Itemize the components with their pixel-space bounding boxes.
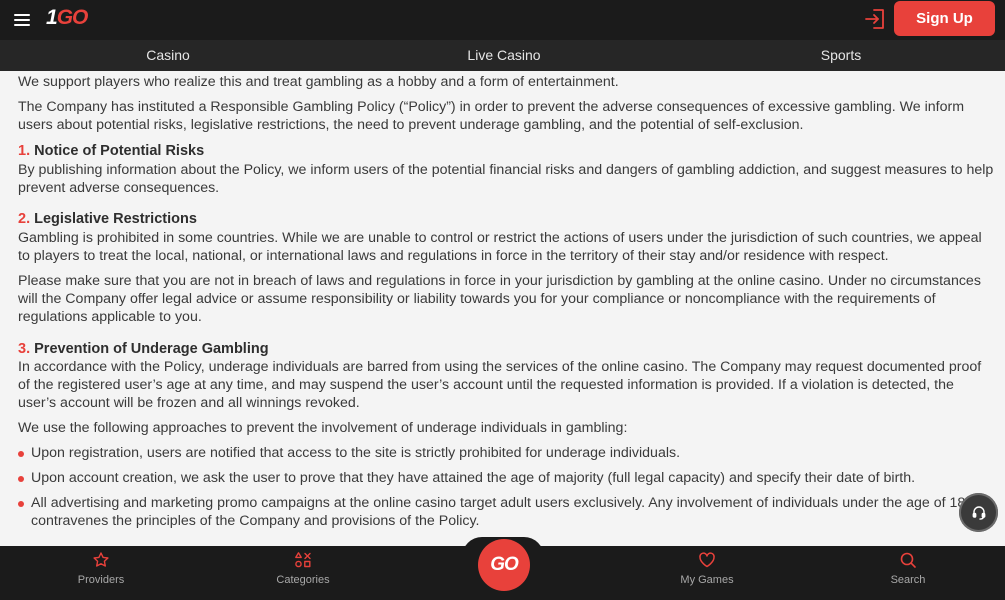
- category-nav: Casino Live Casino Sports: [0, 40, 1005, 71]
- bullet-icon: [18, 451, 24, 458]
- list-item: Upon registration, users are notified th…: [18, 444, 994, 462]
- categories-icon: [295, 552, 311, 568]
- support-headset-icon: [972, 505, 985, 520]
- section-heading: 1. Notice of Potential Risks: [18, 142, 994, 160]
- support-chat-button[interactable]: [959, 493, 998, 532]
- nav-sports[interactable]: Sports: [821, 40, 861, 71]
- list-item: All advertising and marketing promo camp…: [18, 494, 994, 531]
- bullet-icon: [18, 500, 24, 507]
- tab-categories[interactable]: Categories: [243, 546, 363, 600]
- intro-paragraph: The Company has instituted a Responsible…: [18, 98, 965, 134]
- section-title: Legislative Restrictions: [34, 211, 197, 228]
- list-item-text: Upon account creation, we ask the user t…: [31, 469, 916, 486]
- section-heading: 3. Prevention of Underage Gambling: [18, 340, 994, 358]
- policy-content: We support players who realize this and …: [18, 73, 994, 546]
- tab-providers[interactable]: Providers: [41, 546, 161, 600]
- tab-search[interactable]: Search: [848, 546, 968, 600]
- tab-label: Categories: [276, 574, 330, 586]
- nav-live-casino[interactable]: Live Casino: [467, 40, 540, 71]
- list-item-text: Upon registration, users are notified th…: [31, 445, 681, 462]
- logo-part1: 1: [46, 6, 58, 29]
- top-bar: 1GO Sign Up: [0, 0, 1005, 40]
- list-item-text: All advertising and marketing promo camp…: [31, 494, 966, 529]
- section-title: Prevention of Underage Gambling: [34, 340, 269, 357]
- logo[interactable]: 1GO: [46, 6, 89, 30]
- tab-label: Providers: [77, 574, 125, 586]
- nav-casino[interactable]: Casino: [146, 40, 190, 71]
- section-title: Notice of Potential Risks: [34, 143, 205, 160]
- section-paragraph: Please make sure that you are not in bre…: [18, 272, 981, 326]
- sign-up-button[interactable]: Sign Up: [894, 1, 995, 36]
- login-icon[interactable]: [864, 7, 888, 31]
- intro-paragraph: We support players who realize this and …: [18, 74, 619, 90]
- search-icon: [900, 552, 916, 568]
- section-number: 1.: [18, 143, 31, 160]
- tab-label: Search: [890, 574, 926, 586]
- section-paragraph: In accordance with the Policy, underage …: [18, 358, 982, 412]
- star-icon: [93, 552, 109, 567]
- section-number: 2.: [18, 211, 31, 228]
- go-button[interactable]: GO: [478, 539, 530, 591]
- tab-label: My Games: [680, 574, 734, 586]
- section-heading: 2. Legislative Restrictions: [18, 210, 994, 228]
- bullet-list: Upon registration, users are notified th…: [18, 444, 994, 530]
- tab-my-games[interactable]: My Games: [647, 546, 767, 600]
- heart-icon: [699, 552, 715, 568]
- logo-part2: GO: [56, 6, 89, 29]
- section-paragraph: By publishing information about the Poli…: [18, 161, 994, 196]
- section-paragraph: Gambling is prohibited in some countries…: [18, 229, 982, 264]
- section-paragraph: We use the following approaches to preve…: [18, 420, 628, 437]
- section-number: 3.: [18, 340, 31, 357]
- bullet-icon: [18, 475, 24, 482]
- menu-icon[interactable]: [14, 11, 32, 27]
- list-item: Upon account creation, we ask the user t…: [18, 469, 994, 487]
